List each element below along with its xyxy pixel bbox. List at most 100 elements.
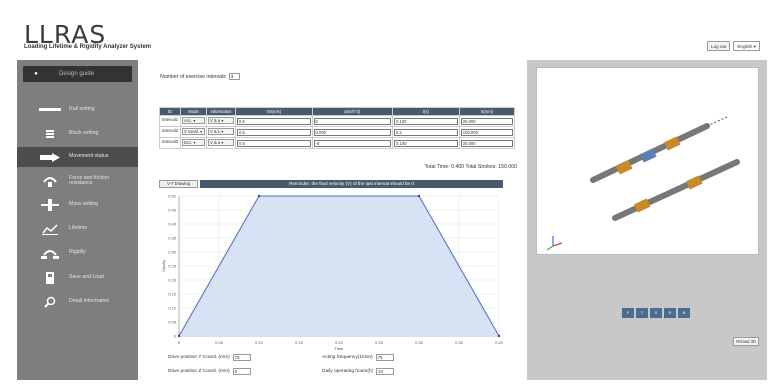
a-input[interactable]: -5 [313,139,391,147]
y-tick-label: 0.40 [168,222,177,227]
intervals-label: Number of exercise intervals [160,73,226,80]
rigidity-icon [37,246,63,260]
table-row: Interval1 Acc. ▾ V & a ▾ 0.5 5 0.100 25.… [159,115,516,127]
sidebar-item-label: Rail setting [69,106,95,113]
hours-label: Daily operating hours(h) [322,369,374,374]
sidebar-item-rail[interactable]: Rail setting [17,100,138,120]
view-side-button[interactable]: S [650,308,662,318]
sidebar-item-movement[interactable]: Movement status [17,147,138,167]
mode-value: Dcc. [184,140,193,145]
x-tick-label: 0.15 [295,340,304,345]
sidebar-item-label: Lifetime [69,225,88,232]
sidebar-item-block[interactable]: Block setting [17,124,138,144]
info-select[interactable]: V & L ▾ [208,128,234,135]
view-top-button[interactable]: T [636,308,648,318]
sidebar-item-save-load[interactable]: Save and Load [17,268,138,288]
drive-z-input[interactable]: 0 [232,368,251,375]
header-actions: Log out English ▾ [707,41,760,51]
data-point [417,194,421,198]
drive-z-field: Drive position Z Coord. (mm) 0 [168,368,251,375]
x-tick-label: 0.10 [255,340,264,345]
data-point [257,194,261,198]
t-input[interactable]: 0.100 [394,139,458,147]
t-input[interactable]: 0.100 [394,117,458,125]
v0-input[interactable]: 0.5 [237,117,311,125]
t-input[interactable]: 0.2 [394,128,458,136]
3d-viewport[interactable] [536,67,759,255]
interval-id: Interval2 [162,128,179,133]
data-point [177,334,181,338]
x-tick-label: 0 [178,340,181,345]
x-tick-label: 0.25 [375,340,384,345]
movement-icon [37,150,63,164]
interval-id: Interval3 [162,139,179,144]
save-icon [37,271,63,285]
mode-select[interactable]: V consl. ▾ [182,128,205,135]
a-input[interactable]: 0.000 [313,128,391,136]
table-row: Interval2 V consl. ▾ V & L ▾ 0.5 0.000 0… [159,126,516,138]
table-header-row: ID Mode Information V0(m/s) a(m/s^2) t(s… [159,107,516,116]
a-input[interactable]: 5 [313,117,391,125]
velocity-area [179,196,499,336]
lifetime-icon [37,222,63,236]
s-input[interactable]: 25.000 [460,117,513,125]
y-tick-label: 0.35 [168,236,177,241]
mode-value: Acc. [184,118,193,123]
view-back-button[interactable]: B [678,308,690,318]
rail-model [546,116,740,251]
s-input[interactable]: 100.000 [460,128,513,136]
hours-input[interactable]: 24 [376,368,395,375]
view-front-button[interactable]: F [622,308,634,318]
vt-drawing-button[interactable]: V-T Drawing [159,180,198,188]
sidebar-item-label: Mass setting [69,201,99,208]
s-input[interactable]: 25.000 [460,139,513,147]
design-guide-button[interactable]: ● Design guide [23,66,132,82]
info-select[interactable]: V & a ▾ [208,139,234,146]
frequency-label: Acting frequency(1/min) [322,355,373,360]
block-icon [37,127,63,141]
rail-1-axis [706,116,728,127]
viewer-panel: F T S R B Reload 3D [527,60,767,380]
frequency-input[interactable]: 75 [375,354,394,361]
mode-value: V consl. [184,129,199,134]
view-right-button[interactable]: R [664,308,676,318]
logout-button[interactable]: Log out [707,41,731,51]
data-point [497,334,501,338]
sidebar-item-lifetime[interactable]: Lifetime [17,219,138,239]
x-tick-label: 0.35 [455,340,464,345]
col-header: t(s) [392,107,460,116]
reload-3d-button[interactable]: Reload 3D [733,337,759,346]
drive-z-label: Drive position Z Coord. (mm) [168,369,230,374]
sidebar-item-label: Movement status [69,153,109,160]
rail-icon [37,103,63,117]
col-header: ID [159,107,181,116]
y-tick-label: 0.10 [168,306,177,311]
sidebar-item-mass[interactable]: Mass setting [17,195,138,215]
x-tick-label: 0.05 [215,340,224,345]
axis-gizmo [546,236,563,251]
x-axis-label: Time [335,346,345,351]
y-tick-label: 0.20 [168,278,177,283]
mode-select[interactable]: Acc. ▾ [182,117,205,124]
y-tick-label: 0.25 [168,264,177,269]
v0-input[interactable]: 0.5 [237,139,311,147]
info-value: V & a [210,140,221,145]
sidebar-item-label: Block setting [69,130,99,137]
y-tick-label: 0.45 [168,208,177,213]
drive-y-input[interactable]: 75 [232,354,251,361]
totals-text: Total Time: 0.400 Total Strokes: 150.000 [424,164,517,170]
v0-input[interactable]: 0.5 [237,128,311,136]
info-select[interactable]: V & a ▾ [208,117,234,124]
sidebar-item-force[interactable]: Force and friction resistance [17,171,138,191]
col-header: Mode [180,107,207,116]
intervals-input[interactable]: 3 [228,73,240,80]
sidebar-item-rigidity[interactable]: Rigidity [17,243,138,263]
language-select[interactable]: English ▾ [733,41,760,51]
x-tick-label: 0.30 [415,340,424,345]
mode-select[interactable]: Dcc. ▾ [182,139,205,146]
y-axis-label: V(m/s) [161,259,166,271]
table-row: Interval3 Dcc. ▾ V & a ▾ 0.5 -5 0.100 25… [159,137,516,149]
drive-y-label: Drive position Y Coord. (mm) [168,355,230,360]
sidebar-item-detail[interactable]: Detail information [17,292,138,312]
reminder-banner: Reminder: the final velocity (V) of the … [200,180,503,188]
